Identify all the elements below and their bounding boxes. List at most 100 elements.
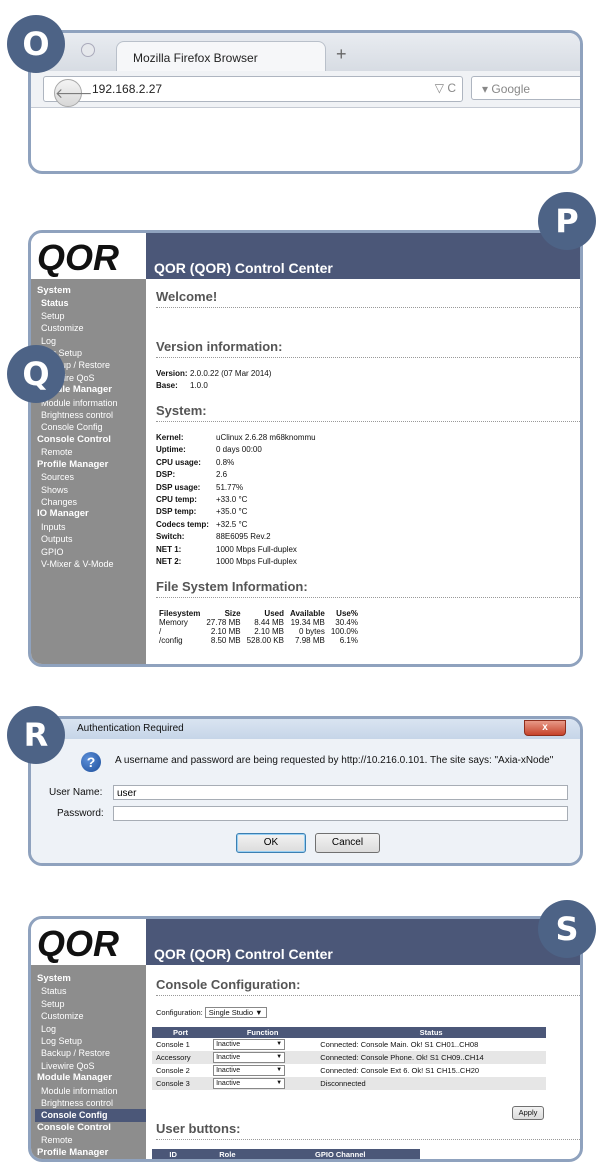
table-header: Filesystem bbox=[159, 609, 201, 618]
cancel-button[interactable]: Cancel bbox=[315, 833, 380, 853]
sidebar-group-label: Console Control bbox=[37, 433, 111, 445]
apply-button[interactable]: Apply bbox=[512, 1106, 544, 1120]
url-text[interactable]: 192.168.2.27 bbox=[92, 82, 162, 96]
function-select[interactable]: Inactive bbox=[213, 1078, 286, 1089]
table-cell: /config bbox=[159, 636, 183, 645]
qor-logo-icon: QOR bbox=[37, 237, 119, 278]
version-row: Version: 2.0.0.22 (07 Mar 2014) bbox=[156, 369, 272, 378]
question-icon: ? bbox=[81, 752, 101, 772]
fs-heading: File System Information: bbox=[156, 579, 308, 594]
system-row: Uptime: 0 days 00:00 bbox=[156, 445, 262, 455]
function-cell: Inactive bbox=[209, 1038, 316, 1051]
function-select[interactable]: Inactive bbox=[213, 1039, 286, 1050]
ok-button[interactable]: OK bbox=[236, 833, 306, 853]
sidebar-item[interactable]: Module information bbox=[37, 397, 146, 409]
function-select[interactable]: Inactive bbox=[213, 1065, 286, 1076]
sidebar-item[interactable]: Console Config bbox=[37, 421, 146, 433]
sidebar-item[interactable]: Livewire QoS bbox=[37, 1060, 146, 1072]
sidebar-item[interactable]: Status bbox=[37, 985, 146, 997]
qor-logo: QOR bbox=[31, 919, 146, 965]
sidebar-item[interactable]: Status bbox=[37, 297, 146, 309]
sidebar-item[interactable]: Setup bbox=[37, 310, 146, 322]
sidebar-item[interactable]: Customize bbox=[37, 322, 146, 334]
table-header: Status bbox=[316, 1027, 546, 1038]
console-config-window: QOR QOR (QOR) Control Center System Statu… bbox=[28, 916, 583, 1162]
sidebar-item[interactable]: Remote bbox=[37, 1134, 146, 1146]
table-header: Size bbox=[224, 609, 241, 618]
system-row: Switch: 88E6095 Rev.2 bbox=[156, 532, 271, 542]
table-cell: 7.98 MB bbox=[295, 636, 325, 645]
sidebar-item[interactable]: GPIO bbox=[37, 546, 146, 558]
port-cell: Console 1 bbox=[156, 1040, 190, 1049]
browser-window: Mozilla Firefox Browser + 🡐 192.168.2.27… bbox=[28, 30, 583, 174]
function-cell: Inactive bbox=[209, 1077, 317, 1090]
sidebar-item[interactable]: Outputs bbox=[37, 533, 146, 545]
port-cell: Console 2 bbox=[156, 1066, 190, 1075]
sidebar-item[interactable]: Log bbox=[37, 335, 146, 347]
sidebar-item[interactable]: Customize bbox=[37, 1010, 146, 1022]
table-cell: Memory bbox=[159, 618, 188, 627]
auth-dialog: Authentication Required x ? A username a… bbox=[28, 716, 583, 866]
badge-s: S bbox=[538, 900, 596, 958]
password-field[interactable] bbox=[113, 806, 568, 821]
back-arrow-icon[interactable]: 🡐 bbox=[54, 79, 93, 107]
sidebar-item[interactable]: Backup / Restore bbox=[37, 1047, 146, 1059]
sidebar-group-label: Profile Manager bbox=[37, 1146, 109, 1158]
sidebar-nav: System Status Setup Customize Log Log Setup Ba… bbox=[31, 965, 146, 1159]
sidebar-item[interactable]: Module information bbox=[37, 1085, 146, 1097]
version-heading: Version information: bbox=[156, 339, 283, 354]
sidebar-item[interactable]: Setup bbox=[37, 998, 146, 1010]
divider bbox=[156, 995, 580, 996]
browser-tab[interactable]: Mozilla Firefox Browser bbox=[116, 41, 326, 73]
password-label: Password: bbox=[57, 808, 104, 819]
page-title: QOR (QOR) Control Center bbox=[154, 946, 333, 962]
close-button[interactable]: x bbox=[524, 720, 566, 736]
table-row: Memory 27.78 MB 8.44 MB 19.34 MB 30.4% bbox=[156, 618, 361, 627]
table-cell: 2.10 MB bbox=[254, 627, 284, 636]
divider bbox=[156, 357, 580, 358]
sidebar-item[interactable]: Shows bbox=[37, 484, 146, 496]
system-row: NET 1: 1000 Mbps Full-duplex bbox=[156, 544, 297, 554]
sidebar-item[interactable]: Remote bbox=[37, 446, 146, 458]
status-cell: Connected: Console Phone. Ok! S1 CH09..C… bbox=[316, 1051, 546, 1064]
sidebar-item[interactable]: Sources bbox=[37, 471, 146, 483]
search-box[interactable]: ▾ Google bbox=[471, 76, 580, 100]
table-row: Console 3Inactive Disconnected bbox=[152, 1077, 546, 1090]
table-cell: 528.00 KB bbox=[246, 636, 284, 645]
sidebar-item[interactable]: V-Mixer & V-Mode bbox=[37, 558, 146, 570]
status-cell: Connected: Console Main. Ok! S1 CH01..CH… bbox=[320, 1040, 479, 1049]
table-cell: 2.10 MB bbox=[210, 627, 241, 636]
sidebar-item[interactable]: Changes bbox=[37, 496, 146, 508]
firefox-menu-dot[interactable] bbox=[81, 43, 95, 57]
status-cell: Disconnected bbox=[316, 1077, 546, 1090]
sidebar-item[interactable]: Inputs bbox=[37, 521, 146, 533]
function-cell: Inactive bbox=[209, 1051, 317, 1064]
system-row: DSP temp: +35.0 °C bbox=[156, 507, 248, 517]
table-header: Role bbox=[194, 1149, 261, 1159]
system-row: CPU temp: +33.0 °C bbox=[156, 495, 248, 504]
new-tab-button[interactable]: + bbox=[336, 44, 347, 65]
sidebar-group-label: IO Manager bbox=[37, 508, 89, 520]
configuration-select[interactable]: Single Studio ▼ bbox=[204, 1007, 267, 1018]
username-field[interactable]: user bbox=[113, 785, 568, 800]
function-select[interactable]: Inactive bbox=[213, 1052, 286, 1063]
status-page-window: QOR QOR (QOR) Control Center System Statu… bbox=[28, 230, 583, 667]
table-cell: / bbox=[159, 627, 162, 636]
system-row: NET 2: 1000 Mbps Full-duplex bbox=[156, 557, 297, 566]
console-content: Console Configuration: Configuration: Si… bbox=[146, 965, 580, 1159]
port-cell: Accessory bbox=[152, 1051, 210, 1064]
sidebar-item[interactable]: Brightness control bbox=[37, 409, 146, 421]
reload-icon[interactable]: ▽ C bbox=[435, 81, 456, 95]
table-cell: 8.44 MB bbox=[254, 618, 284, 627]
sidebar-item[interactable]: Log Setup bbox=[37, 1035, 146, 1047]
table-row: Console 2 Inactive Connected: Console Ext … bbox=[152, 1064, 546, 1077]
user-buttons-heading: User buttons: bbox=[156, 1121, 241, 1136]
table-header: ID bbox=[152, 1149, 195, 1159]
sidebar-item[interactable]: Log bbox=[37, 1023, 146, 1035]
sidebar-item[interactable]: Brightness control bbox=[37, 1097, 146, 1109]
system-row: DSP usage: 51.77% bbox=[156, 482, 244, 492]
url-bar[interactable]: 🡐 192.168.2.27 ▽ C bbox=[43, 76, 463, 107]
table-row: Console 1 Inactive Connected: Console Main… bbox=[152, 1038, 546, 1051]
table-row: / 2.10 MB 2.10 MB 0 bytes 100.0% bbox=[156, 627, 361, 636]
sidebar-item[interactable]: Console Config bbox=[35, 1109, 146, 1122]
